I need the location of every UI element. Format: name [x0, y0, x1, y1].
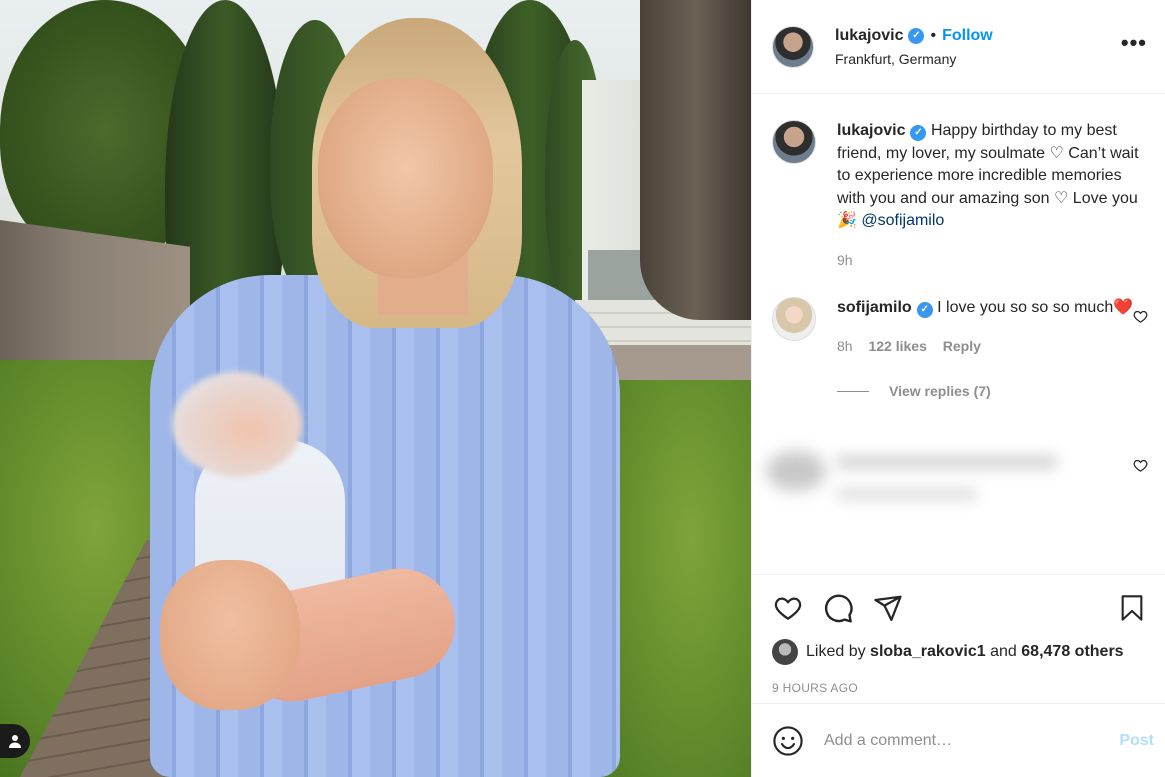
view-replies-button[interactable]: View replies (7) [837, 383, 1165, 399]
liked-by-others[interactable]: 68,478 others [1021, 643, 1123, 661]
more-options-button[interactable]: ••• [1121, 32, 1147, 54]
share-icon[interactable] [872, 593, 904, 623]
author-avatar[interactable] [772, 25, 814, 68]
lawn [600, 380, 751, 777]
replies-line [837, 390, 869, 392]
author-username[interactable]: lukajovic [835, 27, 903, 45]
face [318, 78, 493, 278]
post-photo[interactable] [0, 0, 751, 777]
caption-username[interactable]: lukajovic [837, 122, 905, 139]
comment-text: I love you so so so much❤️ [937, 299, 1134, 316]
post-side-panel: lukajovic ✓ • Follow Frankfurt, Germany … [751, 0, 1165, 777]
caption-time[interactable]: 9h [837, 252, 853, 268]
blurred-text [837, 488, 977, 500]
liked-by-prefix: Liked by [806, 643, 866, 660]
verified-badge-icon: ✓ [908, 27, 925, 44]
comment-likes[interactable]: 122 likes [868, 338, 926, 354]
post-header: lukajovic ✓ • Follow Frankfurt, Germany … [752, 0, 1165, 94]
baby-head-blurred [172, 372, 302, 477]
author-avatar[interactable] [772, 120, 816, 164]
comments-section[interactable]: lukajovic ✓ Happy birthday to my best fri… [752, 94, 1165, 574]
liked-by[interactable]: Liked by sloba_rakovic1 and 68,478 other… [772, 639, 1146, 665]
comment-time[interactable]: 8h [837, 338, 853, 354]
blurred-avatar [766, 451, 826, 491]
follow-button[interactable]: Follow [942, 27, 993, 45]
liked-by-user[interactable]: sloba_rakovic1 [870, 643, 986, 661]
verified-badge-icon: ✓ [910, 125, 927, 142]
liker-avatar[interactable] [772, 639, 798, 665]
hand [160, 560, 300, 710]
add-comment-bar: Add a comment… Post [752, 703, 1165, 777]
commenter-avatar[interactable] [772, 297, 816, 341]
liked-by-and: and [990, 643, 1017, 660]
post-comment-button[interactable]: Post [1119, 732, 1154, 750]
comment-heart-icon[interactable] [1133, 458, 1148, 473]
caption: lukajovic ✓ Happy birthday to my best fri… [752, 120, 1165, 271]
view-replies-label: View replies (7) [889, 383, 991, 399]
reply-button[interactable]: Reply [943, 338, 981, 354]
comment-heart-icon[interactable] [1133, 309, 1148, 324]
caption-mention[interactable]: @sofijamilo [861, 212, 944, 229]
heart-icon[interactable] [772, 593, 804, 623]
blurred-comment [752, 433, 1165, 528]
comment-item: sofijamilo ✓ I love you so so so much❤️ 8… [752, 297, 1165, 357]
post-actions: Liked by sloba_rakovic1 and 68,478 other… [752, 574, 1165, 695]
location-link[interactable]: Frankfurt, Germany [835, 51, 993, 67]
post-timestamp[interactable]: 9 HOURS AGO [772, 681, 1146, 695]
separator-dot: • [930, 26, 937, 44]
emoji-icon[interactable] [772, 725, 804, 757]
bookmark-icon[interactable] [1118, 592, 1146, 624]
blurred-text [837, 455, 1057, 469]
comment-icon[interactable] [822, 592, 854, 624]
tree-trunk [640, 0, 751, 320]
comment-input[interactable]: Add a comment… [824, 732, 1119, 750]
verified-badge-icon: ✓ [916, 302, 933, 319]
comment-username[interactable]: sofijamilo [837, 299, 912, 316]
